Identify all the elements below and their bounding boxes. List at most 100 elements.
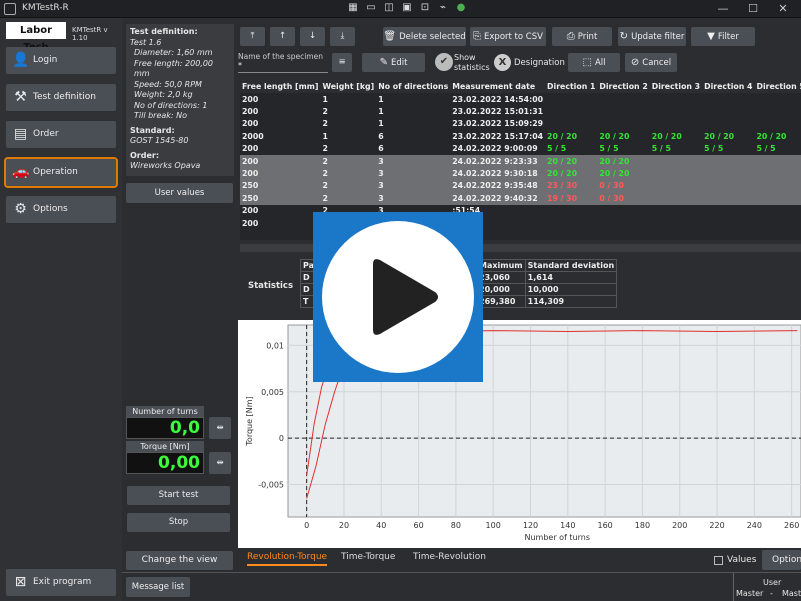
nav-order[interactable]: ▤ Order	[6, 121, 116, 148]
edit-button[interactable]: ✎ Edit	[362, 53, 425, 72]
specimen-filter-button[interactable]: ≡	[332, 53, 352, 72]
specimen-input[interactable]: *	[238, 61, 328, 73]
title-bar: KMTestR-R ▦ ▭ ◫ ▣ ⊡ ⌁ ● — ☐ ✕	[0, 0, 801, 18]
table-cell: 1	[322, 131, 328, 141]
play-icon	[322, 221, 474, 373]
column-header[interactable]: Direction 4	[702, 80, 755, 93]
tray-icon[interactable]: ⌁	[437, 2, 449, 14]
stop-button[interactable]: Stop	[127, 513, 230, 532]
table-cell	[545, 105, 597, 117]
column-header[interactable]: Direction 5	[754, 80, 801, 93]
move-top-button[interactable]: ⤒	[240, 27, 265, 46]
table-row[interactable]: 2002324.02.2022 9:23:3320 / 2020 / 20162…	[240, 154, 801, 168]
torque-label: Torque [Nm]	[126, 441, 204, 452]
tray-icon[interactable]: ◫	[383, 2, 395, 14]
table-cell	[649, 167, 703, 180]
export-csv-button[interactable]: ⎘ Export to CSV	[470, 27, 546, 46]
show-statistics-checkbox[interactable]: ✔	[435, 53, 453, 71]
tray-icon[interactable]: ▦	[347, 2, 359, 14]
print-button[interactable]: ⎙ Print	[552, 27, 612, 46]
column-header[interactable]: Measurement date	[450, 80, 546, 93]
move-up-button[interactable]: ↑	[270, 27, 295, 46]
move-bottom-button[interactable]: ⤓	[330, 27, 355, 46]
table-cell: 5 / 5	[599, 144, 619, 154]
message-list-button[interactable]: Message list	[126, 577, 190, 597]
update-filter-button[interactable]: ↻ Update filter	[618, 27, 686, 46]
table-cell: 5 / 5	[704, 144, 724, 154]
nav-test-definition[interactable]: ⚒ Test definition	[6, 84, 116, 111]
column-header[interactable]: Direction 3	[649, 80, 703, 93]
check-icon[interactable]: ●	[455, 2, 467, 14]
x-tick-label: 80	[451, 521, 461, 530]
table-row[interactable]: 200 2 6 24.02.2022 9:00:09 5 / 5 5 / 5 5 / 5 5 …	[240, 143, 801, 155]
turns-label: Number of turns	[126, 406, 204, 417]
table-row[interactable]: 2000 1 6 23.02.2022 15:17:04 20 / 20 20 / 20 2…	[240, 130, 801, 142]
column-header[interactable]: Direction 1	[545, 80, 598, 93]
table-row[interactable]: 2502324.02.2022 9:40:3219 / 300 / 300 / …	[240, 192, 801, 205]
table-cell: 5 / 5	[756, 144, 776, 154]
tab-time-torque[interactable]: Time-Torque	[341, 552, 395, 562]
cancel-label: Cancel	[642, 58, 672, 68]
user-values-button[interactable]: User values	[126, 183, 233, 203]
table-cell: 3	[376, 154, 451, 168]
table-cell	[754, 217, 801, 229]
export-label: Export to CSV	[484, 32, 543, 42]
table-cell: 3	[376, 167, 451, 180]
nav-options[interactable]: ⚙ Options	[6, 196, 116, 223]
table-cell	[754, 105, 801, 117]
x-tick-label: 200	[672, 521, 687, 530]
reset-turns-button[interactable]: ⇹	[209, 417, 231, 439]
nav-login[interactable]: 👤 Login	[6, 47, 116, 74]
column-header[interactable]: Direction 2	[597, 80, 650, 93]
table-row[interactable]: 2502324.02.2022 9:35:4823 / 300 / 300 / …	[240, 179, 801, 193]
video-play-overlay[interactable]	[313, 212, 483, 382]
tray-icon[interactable]: ▭	[365, 2, 377, 14]
table-cell: 23 / 30	[545, 179, 598, 193]
testdef-line: No of directions: 1	[134, 100, 208, 110]
x-tick-label: 260	[784, 521, 799, 530]
tray-icon[interactable]: ⊡	[419, 2, 431, 14]
table-cell	[754, 205, 801, 217]
x-tick-label: 100	[486, 521, 501, 530]
x-tick-label: 240	[747, 521, 762, 530]
table-cell	[702, 118, 754, 130]
table-row[interactable]: 2002123.02.2022 15:09:299 / 40	[240, 118, 801, 130]
cancel-button[interactable]: ⊘ Cancel	[625, 53, 677, 72]
filter-button[interactable]: ▼ Filter	[691, 27, 755, 46]
minimize-button[interactable]: —	[708, 1, 738, 17]
measurements-grid: Free length [mm] Weight [kg] No of directi…	[240, 80, 801, 229]
table-cell: 20 / 20	[599, 131, 630, 141]
exit-program-button[interactable]: ⊠ Exit program	[6, 569, 116, 596]
nav-operation[interactable]: 🚗 Operation	[4, 157, 118, 188]
close-button[interactable]: ✕	[768, 1, 798, 17]
table-row[interactable]: 2001123.02.2022 14:54:0030 / 30	[240, 93, 801, 105]
close-circle-icon[interactable]: X	[494, 54, 511, 71]
column-header[interactable]: Free length [mm]	[240, 80, 321, 93]
column-header[interactable]: No of directions	[376, 80, 451, 93]
table-cell: 2	[320, 179, 377, 193]
table-row[interactable]: 2002123.02.2022 15:01:3157 / 40	[240, 105, 801, 117]
tab-time-revolution[interactable]: Time-Revolution	[413, 552, 486, 562]
select-all-button[interactable]: ⬚ All	[568, 53, 620, 72]
table-row[interactable]: 2002324.02.2022 9:30:1820 / 2020 / 20269…	[240, 167, 801, 180]
y-tick-label: 0,01	[266, 341, 284, 350]
x-tick-label: 0	[304, 521, 309, 530]
start-test-button[interactable]: Start test	[127, 486, 230, 505]
reset-torque-button[interactable]: ⇹	[209, 452, 231, 474]
change-view-button[interactable]: Change the view	[126, 551, 233, 570]
all-label: All	[594, 58, 606, 68]
exit-icon: ⊠	[14, 574, 27, 590]
options-button[interactable]: Options	[762, 550, 801, 570]
table-cell	[649, 179, 703, 193]
column-header[interactable]: Weight [kg]	[320, 80, 377, 93]
maximize-button[interactable]: ☐	[738, 1, 768, 17]
table-cell	[754, 93, 801, 105]
move-down-button[interactable]: ↓	[300, 27, 325, 46]
tab-revolution-torque[interactable]: Revolution-Torque	[247, 552, 328, 566]
left-navigation: Labor Tech KMTestR v 1.10 👤Login ⚒ Test d…	[0, 18, 122, 601]
table-cell: 3	[376, 179, 451, 193]
tray-icon[interactable]: ▣	[401, 2, 413, 14]
table-cell	[650, 205, 702, 217]
delete-selected-button[interactable]: 🗑 Delete selected	[383, 27, 466, 46]
values-checkbox[interactable]	[714, 556, 723, 565]
